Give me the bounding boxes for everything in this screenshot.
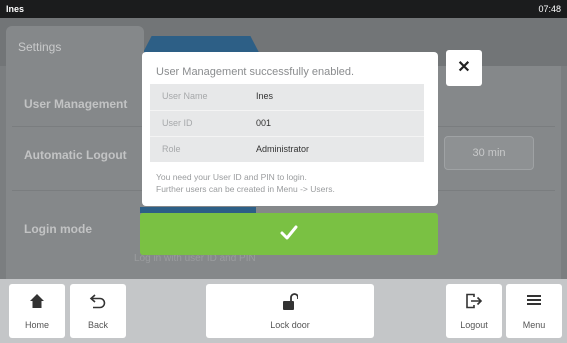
close-icon: ✕ xyxy=(457,59,471,76)
home-icon xyxy=(30,294,44,308)
logout-icon xyxy=(466,293,483,309)
dialog-hint: You need your User ID and PIN to login. … xyxy=(156,171,426,195)
info-row-user-id: User ID 001 xyxy=(150,110,424,136)
home-label: Home xyxy=(24,320,49,330)
setting-automatic-logout-label: Automatic Logout xyxy=(24,148,127,162)
field-value: Ines xyxy=(256,91,274,101)
lock-door-label: Lock door xyxy=(270,320,310,330)
logout-label: Logout xyxy=(460,320,488,330)
confirm-button[interactable] xyxy=(140,213,438,255)
info-row-role: Role Administrator xyxy=(150,136,424,162)
logout-button[interactable]: Logout xyxy=(446,284,502,338)
back-arrow-icon xyxy=(89,294,106,309)
dialog-message: User Management successfully enabled. xyxy=(156,66,355,78)
menu-label: Menu xyxy=(522,320,546,330)
field-label: Role xyxy=(162,144,181,154)
field-value: Administrator xyxy=(256,144,310,154)
lock-door-button[interactable]: Lock door xyxy=(206,284,374,338)
hamburger-menu-icon xyxy=(527,295,541,305)
status-user: Ines xyxy=(6,4,25,14)
unlocked-padlock-icon xyxy=(283,293,299,310)
back-label: Back xyxy=(87,320,108,330)
info-row-user-name: User Name Ines xyxy=(150,84,424,110)
automatic-logout-value[interactable]: 30 min xyxy=(444,136,534,170)
tab-settings-label: Settings xyxy=(18,40,62,54)
field-label: User ID xyxy=(162,118,193,128)
tab-settings[interactable]: Settings xyxy=(6,26,144,66)
dialog-hint-line1: You need your User ID and PIN to login. xyxy=(156,172,307,182)
status-time: 07:48 xyxy=(538,4,561,14)
field-label: User Name xyxy=(162,91,208,101)
checkmark-icon xyxy=(280,225,298,240)
menu-button[interactable]: Menu xyxy=(506,284,562,338)
close-button[interactable]: ✕ xyxy=(446,50,482,86)
setting-login-mode-label: Login mode xyxy=(24,222,92,236)
back-button[interactable]: Back xyxy=(70,284,126,338)
dialog-hint-line2: Further users can be created in Menu -> … xyxy=(156,184,335,194)
field-value: 001 xyxy=(256,118,272,128)
setting-user-management-label: User Management xyxy=(24,97,128,111)
status-bar: Ines 07:48 xyxy=(0,0,567,18)
user-info-table: User Name Ines User ID 001 Role Administ… xyxy=(150,84,424,162)
home-button[interactable]: Home xyxy=(9,284,65,338)
